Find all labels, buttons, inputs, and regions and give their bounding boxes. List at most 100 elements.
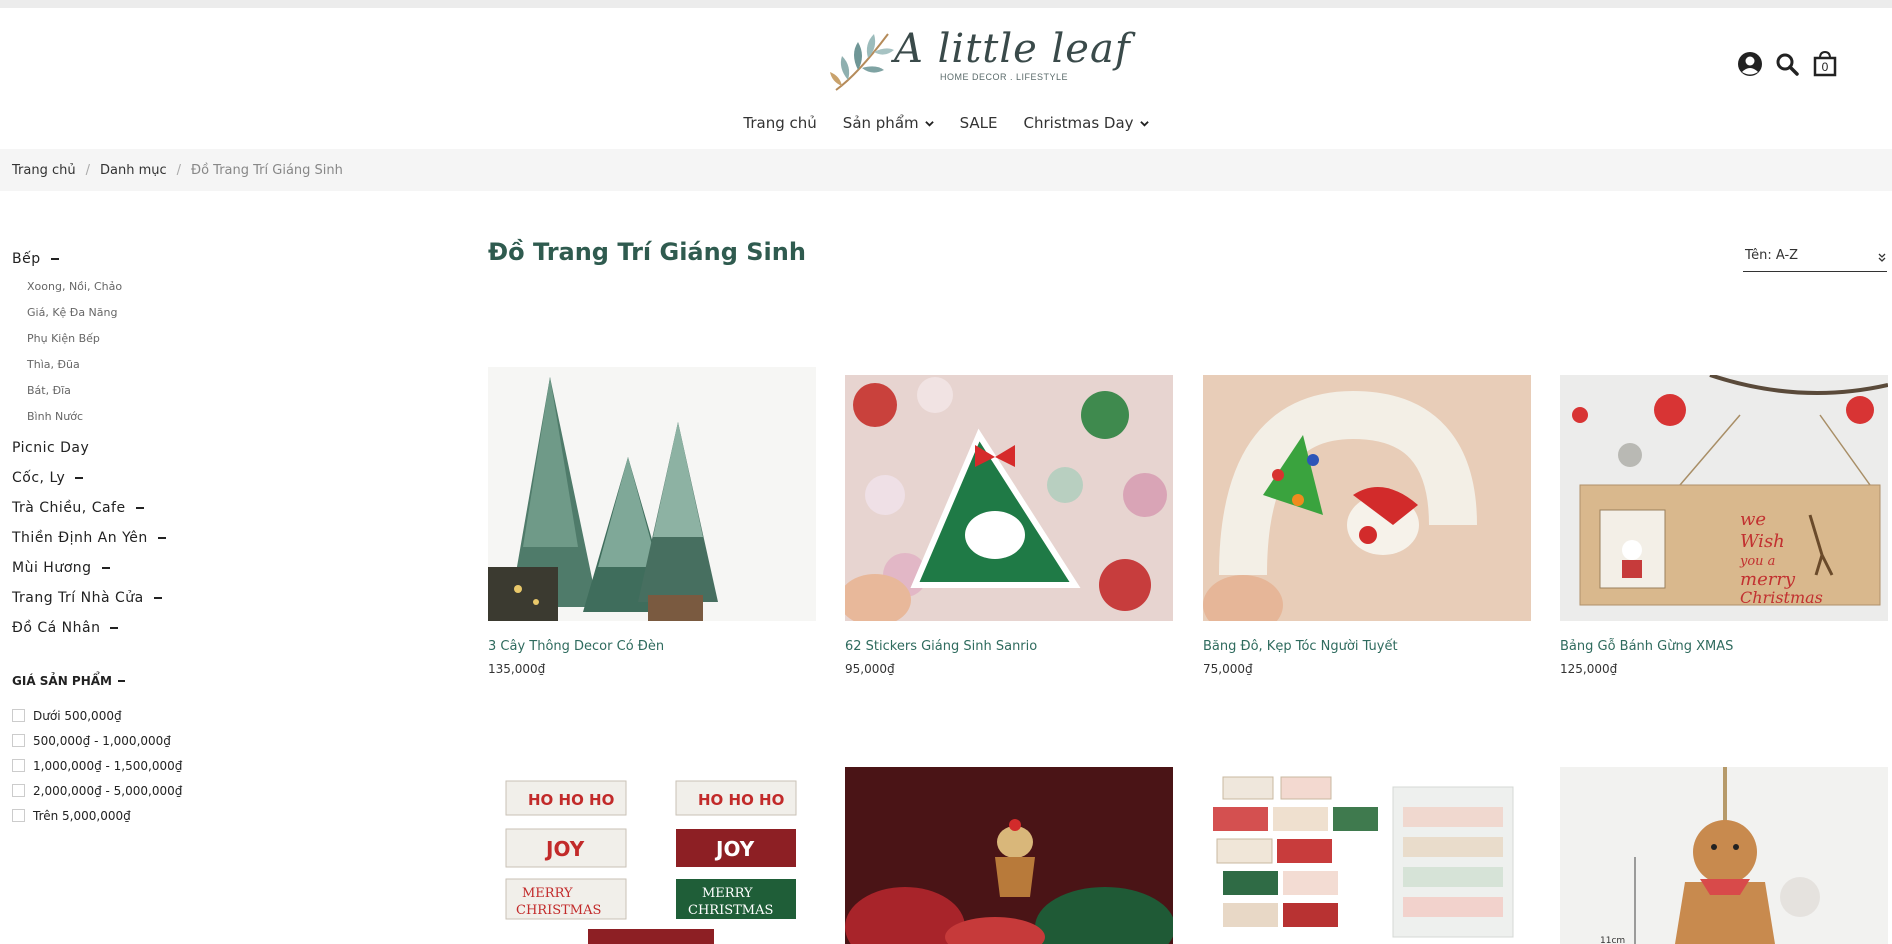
category-label: Trà Chiều, Cafe (12, 500, 126, 516)
product-image[interactable]: HO HO HO HO HO HO JOY JOY MERRY CHRISTMA… (488, 767, 816, 944)
subcategory-list: Xoong, Nồi, Chảo Giá, Kệ Đa Năng Phụ Kiệ… (12, 274, 292, 430)
wooden-sign-image: we Wish you a merry Christmas (1560, 375, 1888, 621)
product-card[interactable] (845, 767, 1173, 944)
dimension-label: 11cm (1600, 936, 1625, 944)
breadcrumb-category[interactable]: Danh mục (100, 163, 167, 178)
category-sidebar: Bếp Xoong, Nồi, Chảo Giá, Kệ Đa Năng Phụ… (12, 244, 292, 828)
category-label: Cốc, Ly (12, 470, 66, 486)
product-name[interactable]: 62 Stickers Giáng Sinh Sanrio (845, 639, 1173, 654)
gingerbread-ornament-image: 11cm (1560, 767, 1888, 944)
sign-text-wish: Wish (1740, 531, 1785, 552)
price-checkbox[interactable] (12, 734, 25, 747)
subcategory-item[interactable]: Phụ Kiện Bếp (27, 326, 292, 352)
product-card[interactable]: Băng Đô, Kẹp Tóc Người Tuyết 75,000₫ (1203, 375, 1531, 676)
subcategory-item[interactable]: Bình Nước (27, 404, 292, 430)
sidebar-category-coc-ly[interactable]: Cốc, Ly (12, 463, 292, 493)
breadcrumb-separator: / (176, 162, 182, 178)
price-option[interactable]: 2,000,000₫ - 5,000,000₫ (12, 778, 292, 803)
subcategory-item[interactable]: Giá, Kệ Đa Năng (27, 300, 292, 326)
sidebar-category-ca-nhan[interactable]: Đồ Cá Nhân (12, 613, 292, 643)
category-label: Bếp (12, 251, 41, 267)
sidebar-category-thien-dinh[interactable]: Thiền Định An Yên (12, 523, 292, 553)
category-label: Picnic Day (12, 440, 90, 456)
breadcrumb-separator: / (85, 162, 90, 178)
collapse-icon[interactable] (118, 680, 125, 682)
sign-text: CHRISTMAS (688, 903, 773, 918)
product-image[interactable] (845, 375, 1173, 621)
collapse-icon[interactable] (135, 507, 144, 509)
product-name[interactable]: 3 Cây Thông Decor Có Đèn (488, 639, 816, 654)
price-checkbox[interactable] (12, 784, 25, 797)
product-name[interactable]: Bảng Gỗ Bánh Gừng XMAS (1560, 639, 1888, 654)
stickers-image (845, 375, 1173, 621)
sign-text: HO HO HO (698, 791, 784, 809)
subcategory-item[interactable]: Bát, Đĩa (27, 378, 292, 404)
price-option-label: 1,000,000₫ - 1,500,000₫ (33, 758, 183, 773)
product-grid: 3 Cây Thông Decor Có Đèn 135,000₫ 62 Sti… (488, 0, 1888, 944)
sign-text: JOY (544, 837, 585, 861)
sidebar-category-trang-tri[interactable]: Trang Trí Nhà Cửa (12, 583, 292, 613)
category-label: Mùi Hương (12, 560, 92, 576)
product-card[interactable]: 3 Cây Thông Decor Có Đèn 135,000₫ (488, 367, 816, 676)
collapse-icon[interactable] (101, 567, 110, 569)
price-checkbox[interactable] (12, 759, 25, 772)
subcategory-item[interactable]: Thìa, Đũa (27, 352, 292, 378)
sign-text-you: you a (1739, 554, 1775, 569)
product-name[interactable]: Băng Đô, Kẹp Tóc Người Tuyết (1203, 639, 1531, 654)
collapse-icon[interactable] (157, 537, 166, 539)
price-option-label: Trên 5,000,000₫ (33, 808, 131, 823)
breadcrumb-current: Đồ Trang Trí Giáng Sinh (191, 162, 343, 178)
price-filter-title[interactable]: GIÁ SẢN PHẨM (12, 671, 292, 691)
price-option[interactable]: 500,000₫ - 1,000,000₫ (12, 728, 292, 753)
product-image[interactable]: we Wish you a merry Christmas (1560, 375, 1888, 621)
product-price: 95,000₫ (845, 662, 895, 676)
price-option-label: 2,000,000₫ - 5,000,000₫ (33, 783, 183, 798)
price-filter-options: Dưới 500,000₫ 500,000₫ - 1,000,000₫ 1,00… (12, 703, 292, 828)
collapse-icon[interactable] (75, 477, 84, 479)
product-price: 125,000₫ (1560, 662, 1618, 676)
hohoho-signs-image: HO HO HO HO HO HO JOY JOY MERRY CHRISTMA… (488, 767, 816, 944)
collapse-icon[interactable] (50, 258, 59, 260)
product-price: 75,000₫ (1203, 662, 1253, 676)
product-card[interactable] (1203, 767, 1531, 944)
sidebar-category-bep[interactable]: Bếp (12, 244, 292, 274)
collapse-icon[interactable] (110, 627, 119, 629)
sign-text: MERRY (702, 886, 753, 901)
product-card[interactable]: 62 Stickers Giáng Sinh Sanrio 95,000₫ (845, 375, 1173, 676)
category-label: Trang Trí Nhà Cửa (12, 590, 144, 606)
category-label: Thiền Định An Yên (12, 530, 148, 546)
product-image[interactable] (845, 767, 1173, 944)
product-image[interactable] (1203, 767, 1531, 944)
product-price: 135,000₫ (488, 662, 546, 676)
price-option[interactable]: 1,000,000₫ - 1,500,000₫ (12, 753, 292, 778)
sidebar-category-tra-chieu[interactable]: Trà Chiều, Cafe (12, 493, 292, 523)
product-image[interactable] (488, 367, 816, 621)
sign-text: MERRY (522, 886, 573, 901)
subcategory-item[interactable]: Xoong, Nồi, Chảo (27, 274, 292, 300)
price-option[interactable]: Dưới 500,000₫ (12, 703, 292, 728)
washi-tape-set-image (1203, 767, 1531, 944)
sign-text: CHRISTMAS (516, 903, 601, 918)
sign-text-we: we (1740, 509, 1766, 530)
category-label: Đồ Cá Nhân (12, 620, 101, 636)
product-image[interactable] (1203, 375, 1531, 621)
sign-text: HO HO HO (528, 791, 614, 809)
sidebar-category-picnic[interactable]: Picnic Day (12, 433, 292, 463)
christmas-trees-image (488, 367, 816, 621)
sign-text: JOY (714, 837, 755, 861)
breadcrumb-home[interactable]: Trang chủ (12, 163, 76, 178)
price-option-label: Dưới 500,000₫ (33, 708, 122, 723)
product-card[interactable]: HO HO HO HO HO HO JOY JOY MERRY CHRISTMA… (488, 767, 816, 944)
product-card[interactable]: we Wish you a merry Christmas Bảng Gỗ Bá… (1560, 375, 1888, 676)
price-checkbox[interactable] (12, 709, 25, 722)
sidebar-category-mui-huong[interactable]: Mùi Hương (12, 553, 292, 583)
price-filter-label: GIÁ SẢN PHẨM (12, 674, 112, 688)
collapse-icon[interactable] (153, 597, 162, 599)
price-option[interactable]: Trên 5,000,000₫ (12, 803, 292, 828)
sign-text-christmas: Christmas (1740, 588, 1823, 607)
sign-text-merry: merry (1740, 569, 1796, 590)
product-image[interactable]: 11cm (1560, 767, 1888, 944)
price-checkbox[interactable] (12, 809, 25, 822)
snowman-headband-image (1203, 375, 1531, 621)
product-card[interactable]: 11cm (1560, 767, 1888, 944)
